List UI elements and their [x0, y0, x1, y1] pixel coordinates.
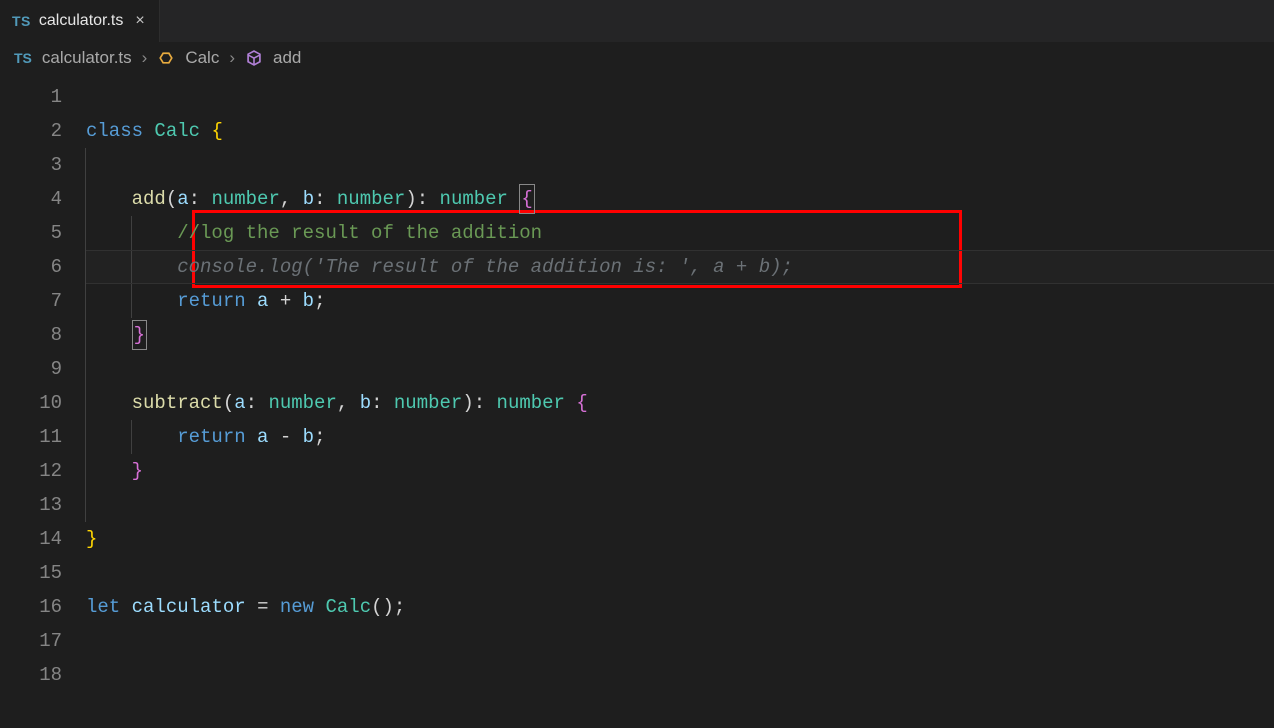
chevron-right-icon: ›	[229, 48, 235, 68]
code-line[interactable]: console.log('The result of the addition …	[86, 250, 1274, 284]
line-number: 9	[0, 352, 62, 386]
code-line[interactable]: return a + b;	[86, 284, 1274, 318]
code-line[interactable]	[86, 148, 1274, 182]
code-line[interactable]: subtract(a: number, b: number): number {	[86, 386, 1274, 420]
line-number-gutter: 1 2 3 4 5 6 7 8 9 10 11 12 13 14 15 16 1…	[0, 80, 86, 692]
line-number: 17	[0, 624, 62, 658]
code-area[interactable]: class Calc { add(a: number, b: number): …	[86, 80, 1274, 692]
typescript-icon: TS	[12, 13, 31, 29]
line-number: 10	[0, 386, 62, 420]
breadcrumb-method[interactable]: add	[273, 48, 301, 68]
tab-calculator[interactable]: TS calculator.ts ×	[0, 0, 160, 42]
breadcrumb-class[interactable]: Calc	[185, 48, 219, 68]
inline-suggestion[interactable]: console.log('The result of the addition …	[177, 256, 793, 278]
code-line[interactable]	[86, 624, 1274, 658]
method-icon	[245, 49, 263, 67]
breadcrumb-file[interactable]: calculator.ts	[42, 48, 132, 68]
line-number: 1	[0, 80, 62, 114]
line-number: 7	[0, 284, 62, 318]
code-line[interactable]	[86, 556, 1274, 590]
tab-bar: TS calculator.ts ×	[0, 0, 1274, 42]
code-line[interactable]: class Calc {	[86, 114, 1274, 148]
code-line[interactable]: //log the result of the addition	[86, 216, 1274, 250]
code-line[interactable]	[86, 80, 1274, 114]
code-line[interactable]: }	[86, 454, 1274, 488]
line-number: 5	[0, 216, 62, 250]
code-line[interactable]: }	[86, 522, 1274, 556]
tab-label: calculator.ts	[39, 12, 123, 30]
code-line[interactable]	[86, 658, 1274, 692]
line-number: 15	[0, 556, 62, 590]
typescript-icon: TS	[14, 50, 32, 66]
line-number: 6	[0, 250, 62, 284]
close-icon[interactable]: ×	[131, 10, 148, 32]
code-editor[interactable]: 1 2 3 4 5 6 7 8 9 10 11 12 13 14 15 16 1…	[0, 74, 1274, 692]
line-number: 14	[0, 522, 62, 556]
code-line[interactable]	[86, 352, 1274, 386]
line-number: 16	[0, 590, 62, 624]
code-line[interactable]: }	[86, 318, 1274, 352]
line-number: 18	[0, 658, 62, 692]
chevron-right-icon: ›	[142, 48, 148, 68]
line-number: 11	[0, 420, 62, 454]
line-number: 13	[0, 488, 62, 522]
code-line[interactable]	[86, 488, 1274, 522]
line-number: 3	[0, 148, 62, 182]
class-icon	[157, 49, 175, 67]
code-line[interactable]: add(a: number, b: number): number {	[86, 182, 1274, 216]
line-number: 8	[0, 318, 62, 352]
code-line[interactable]: return a - b;	[86, 420, 1274, 454]
line-number: 4	[0, 182, 62, 216]
breadcrumb[interactable]: TS calculator.ts › Calc › add	[0, 42, 1274, 74]
line-number: 2	[0, 114, 62, 148]
code-line[interactable]: let calculator = new Calc();	[86, 590, 1274, 624]
line-number: 12	[0, 454, 62, 488]
